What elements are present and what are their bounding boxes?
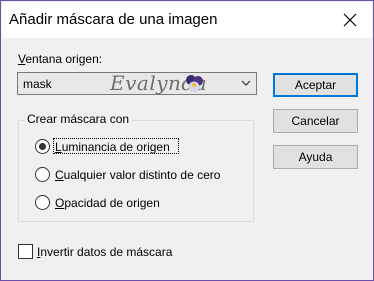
checkbox-box[interactable]: [18, 244, 33, 259]
radio-circle-checked[interactable]: [35, 139, 50, 154]
title-bar[interactable]: Añadir máscara de una imagen: [2, 2, 372, 38]
radio-dot: [39, 143, 46, 150]
window-title: Añadir máscara de una imagen: [9, 11, 218, 28]
source-window-value: mask: [23, 77, 52, 91]
radio-text: ualquier valor distinto de cero: [63, 168, 221, 182]
radio-mnemonic: O: [55, 196, 65, 210]
help-button[interactable]: Ayuda: [273, 145, 358, 169]
close-button[interactable]: [328, 2, 372, 38]
source-window-dropdown[interactable]: mask: [17, 72, 257, 95]
close-icon: [343, 13, 357, 27]
invert-mask-checkbox[interactable]: Invertir datos de máscara: [18, 243, 218, 261]
accept-button[interactable]: Aceptar: [273, 73, 358, 97]
radio-circle[interactable]: [35, 195, 50, 210]
radio-label-any-nonzero: Cualquier valor distinto de cero: [55, 168, 220, 182]
source-window-label: Ventana origen:: [18, 52, 102, 66]
cancel-button[interactable]: Cancelar: [273, 109, 358, 133]
radio-text: uminancia de origen: [61, 140, 170, 154]
radio-mnemonic: L: [55, 140, 62, 154]
invert-mask-label: Invertir datos de máscara: [37, 245, 172, 259]
checkbox-text: nvertir datos de máscara: [40, 245, 173, 259]
radio-luminance[interactable]: Luminancia de origen: [35, 138, 235, 156]
source-label-text: entana origen:: [25, 52, 103, 66]
chevron-down-icon: [241, 80, 251, 86]
radio-mnemonic: C: [55, 168, 64, 182]
radio-text: pacidad de origen: [64, 196, 160, 210]
radio-any-nonzero[interactable]: Cualquier valor distinto de cero: [35, 166, 235, 184]
radio-label-opacity: Opacidad de origen: [55, 196, 160, 210]
radio-circle[interactable]: [35, 167, 50, 182]
radio-label-luminance: Luminancia de origen: [55, 140, 170, 154]
radio-opacity[interactable]: Opacidad de origen: [35, 194, 235, 212]
mask-source-group-title: Crear máscara con: [25, 112, 132, 126]
